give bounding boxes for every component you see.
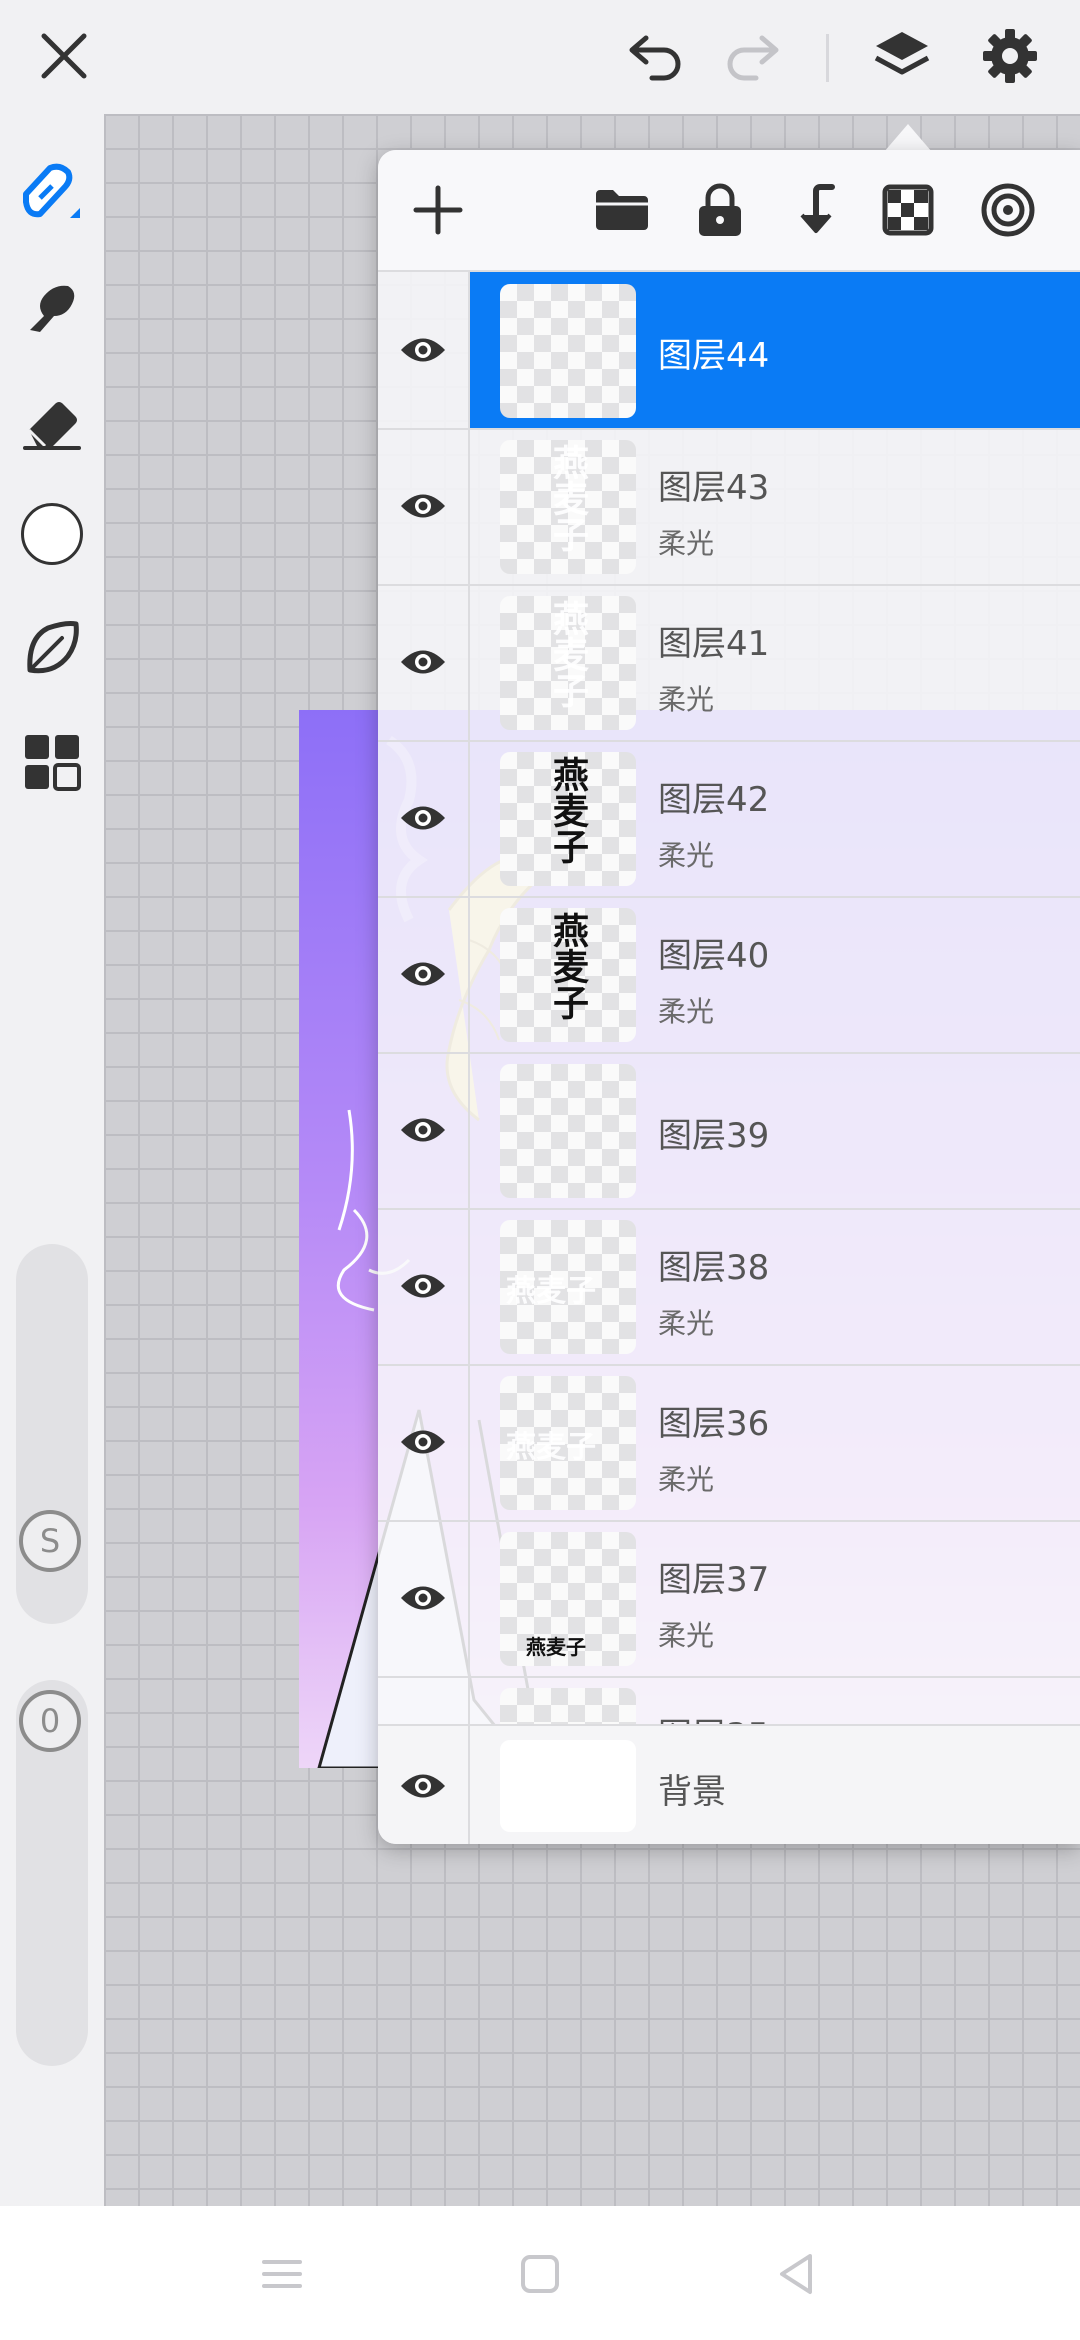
layer-content[interactable]: 燕麦子 图层37 柔光 (470, 1520, 1080, 1676)
layer-name: 图层38 (658, 1248, 770, 1288)
layer-content[interactable]: 燕麦子 图层42 柔光 (470, 740, 1080, 896)
layer-row[interactable]: 燕麦子 图层37 柔光 (378, 1520, 1080, 1678)
layer-name: 图层41 (658, 624, 770, 664)
settings-icon[interactable] (974, 20, 1046, 92)
size-slider-knob[interactable]: S (19, 1510, 81, 1572)
layer-row[interactable]: 燕麦子 图层40 柔光 (378, 896, 1080, 1054)
visibility-eye-icon[interactable] (378, 584, 470, 740)
visibility-eye-icon[interactable] (378, 272, 470, 428)
visibility-eye-icon[interactable] (378, 1364, 470, 1520)
visibility-eye-icon[interactable] (378, 1208, 470, 1364)
layer-thumbnail (500, 1688, 636, 1724)
panel-pointer (884, 124, 932, 152)
thumbnail-text: 燕麦子 (547, 912, 589, 1020)
layer-row[interactable]: 图层44 (378, 272, 1080, 430)
color-swatch[interactable] (14, 496, 90, 572)
layer-name: 图层44 (658, 336, 770, 376)
layer-thumbnail: 燕麦子 (500, 1532, 636, 1666)
layer-content[interactable]: 图层39 (470, 1052, 1080, 1208)
layer-content[interactable]: 背景 (470, 1726, 1080, 1844)
thumbnail-text: 燕麦子 (506, 1274, 596, 1309)
visibility-eye-icon[interactable] (378, 1726, 470, 1844)
transparency-icon[interactable] (870, 172, 946, 248)
undo-icon[interactable] (620, 20, 692, 92)
back-nav-icon[interactable] (758, 2236, 834, 2312)
visibility-eye-icon[interactable] (378, 1676, 470, 1724)
add-layer-icon[interactable] (400, 172, 476, 248)
menu-nav-icon[interactable] (244, 2236, 320, 2312)
merge-down-icon[interactable] (776, 172, 852, 248)
visibility-eye-icon[interactable] (378, 1052, 470, 1208)
visibility-eye-icon[interactable] (378, 896, 470, 1052)
layer-row[interactable]: 燕麦子 图层41 柔光 (378, 584, 1080, 742)
brush-tool-icon[interactable] (14, 152, 90, 228)
folder-icon[interactable] (584, 172, 660, 248)
layer-name: 图层39 (658, 1116, 770, 1156)
layer-content[interactable]: 燕麦子 图层43 柔光 (470, 428, 1080, 584)
layer-list[interactable]: 图层44 燕麦子 图层43 柔光 燕麦子 图层41 柔光 燕麦子 图层42 柔光… (378, 272, 1080, 1724)
visibility-eye-icon[interactable] (378, 740, 470, 896)
blend-mode: 柔光 (658, 1619, 715, 1652)
eraser-tool-icon[interactable] (14, 384, 90, 460)
home-nav-icon[interactable] (502, 2236, 578, 2312)
layer-thumbnail: 燕麦子 (500, 1220, 636, 1354)
system-nav-bar (0, 2206, 1080, 2340)
grid-tool-icon[interactable] (14, 724, 90, 800)
background-layer-row[interactable]: 背景 (378, 1724, 1080, 1844)
layer-content[interactable]: 燕麦子 图层40 柔光 (470, 896, 1080, 1052)
layer-row[interactable]: 图层35 (378, 1676, 1080, 1724)
blend-mode: 柔光 (658, 839, 715, 872)
layer-thumbnail: 燕麦子 (500, 908, 636, 1042)
layer-thumbnail: 燕麦子 (500, 752, 636, 886)
layer-content[interactable]: 图层44 (470, 272, 1080, 428)
layer-content[interactable]: 燕麦子 图层36 柔光 (470, 1364, 1080, 1520)
lock-icon[interactable] (682, 172, 758, 248)
blend-mode: 柔光 (658, 527, 715, 560)
layer-thumbnail: 燕麦子 (500, 596, 636, 730)
blend-mode: 柔光 (658, 1307, 715, 1340)
layer-panel: 图层44 燕麦子 图层43 柔光 燕麦子 图层41 柔光 燕麦子 图层42 柔光… (378, 150, 1080, 1844)
thumbnail-text: 燕麦子 (547, 600, 589, 708)
toolbar-divider (826, 34, 829, 82)
leaf-brush-icon[interactable] (14, 610, 90, 686)
visibility-eye-icon[interactable] (378, 1520, 470, 1676)
blend-mode: 柔光 (658, 683, 715, 716)
layer-name: 图层40 (658, 936, 770, 976)
layer-name: 图层35 (658, 1708, 769, 1724)
blend-mode: 柔光 (658, 995, 715, 1028)
thumbnail-text: 燕麦子 (506, 1430, 596, 1465)
layer-content[interactable]: 燕麦子 图层41 柔光 (470, 584, 1080, 740)
redo-icon[interactable] (716, 20, 788, 92)
layer-row[interactable]: 燕麦子 图层38 柔光 (378, 1208, 1080, 1366)
layer-row[interactable]: 燕麦子 图层42 柔光 (378, 740, 1080, 898)
layer-name: 图层43 (658, 468, 770, 508)
layer-name: 背景 (658, 1772, 726, 1812)
close-icon[interactable] (28, 20, 100, 92)
opacity-slider-knob[interactable]: 0 (19, 1690, 81, 1752)
smudge-tool-icon[interactable] (14, 268, 90, 344)
layer-thumbnail (500, 1064, 636, 1198)
layer-content[interactable]: 图层35 (470, 1676, 1080, 1724)
color-swatch-circle (21, 503, 83, 565)
layer-row[interactable]: 燕麦子 图层43 柔光 (378, 428, 1080, 586)
thumbnail-text: 燕麦子 (547, 756, 589, 864)
background-thumbnail (500, 1740, 636, 1832)
thumbnail-text: 燕麦子 (547, 444, 589, 552)
layer-name: 图层37 (658, 1560, 770, 1600)
thumbnail-text: 燕麦子 (526, 1635, 586, 1659)
layer-row[interactable]: 图层39 (378, 1052, 1080, 1210)
visibility-eye-icon[interactable] (378, 428, 470, 584)
layer-name: 图层42 (658, 780, 770, 820)
layer-thumbnail: 燕麦子 (500, 440, 636, 574)
layer-row[interactable]: 燕麦子 图层36 柔光 (378, 1364, 1080, 1522)
clipping-icon[interactable] (970, 172, 1046, 248)
layer-thumbnail (500, 284, 636, 418)
layer-name: 图层36 (658, 1404, 770, 1444)
layer-panel-toolbar (378, 150, 1080, 272)
layers-icon[interactable] (866, 20, 938, 92)
top-toolbar (0, 0, 1080, 114)
blend-mode: 柔光 (658, 1463, 715, 1496)
layer-thumbnail: 燕麦子 (500, 1376, 636, 1510)
layer-content[interactable]: 燕麦子 图层38 柔光 (470, 1208, 1080, 1364)
